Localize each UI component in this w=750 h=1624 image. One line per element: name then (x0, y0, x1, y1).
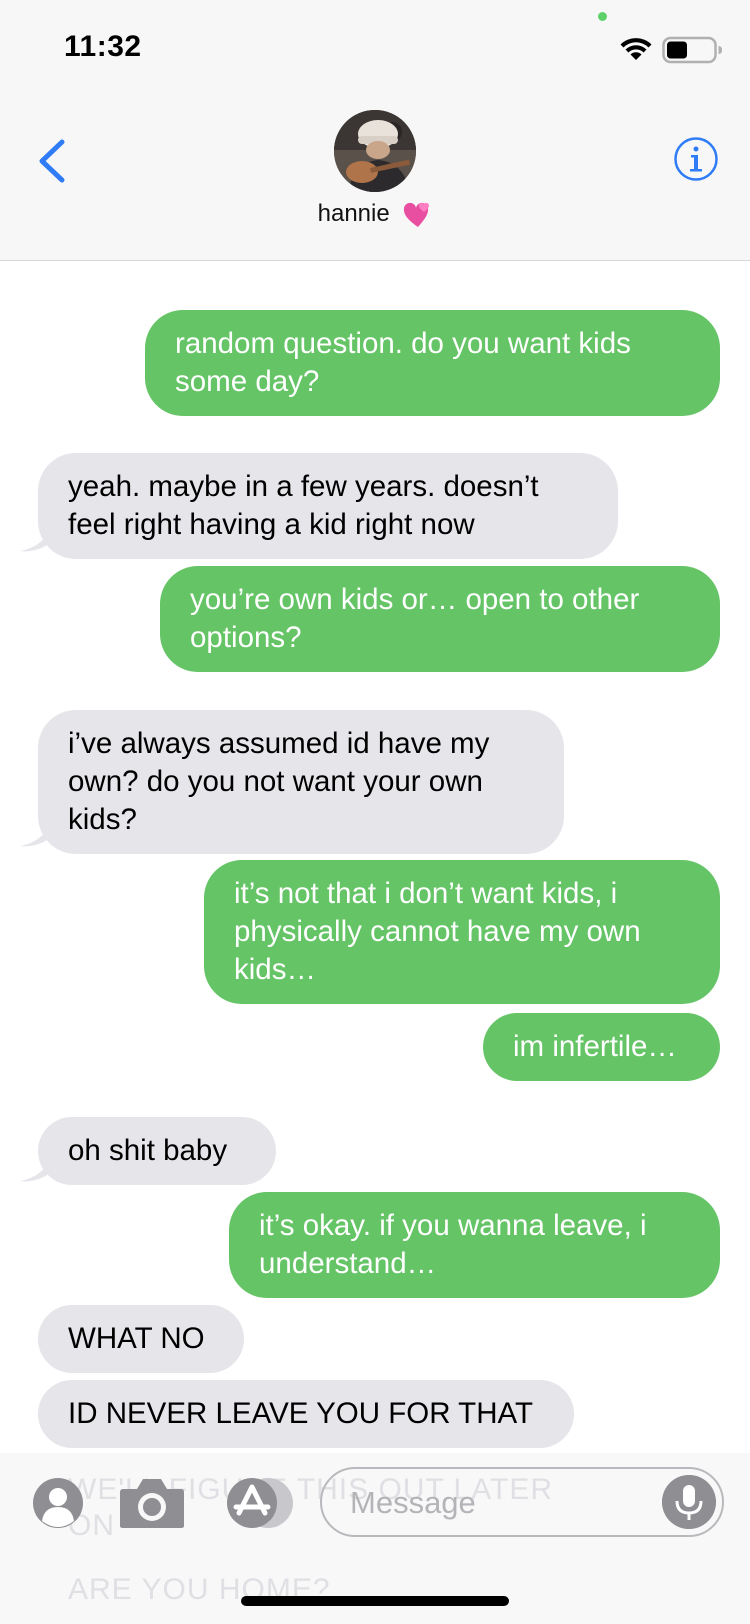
bubble-tail (20, 529, 50, 552)
info-icon[interactable] (673, 136, 719, 182)
battery-icon (662, 36, 722, 64)
bubble-tail (20, 824, 50, 847)
message-bubble-received[interactable]: yeah. maybe in a few years. doesn’t feel… (38, 453, 618, 559)
message-text: WHAT NO (68, 1322, 205, 1355)
message-text: oh shit baby (68, 1134, 228, 1167)
message-text: im infertile… (513, 1030, 677, 1063)
message-text: i’ve always assumed id have my own? do y… (68, 727, 490, 836)
back-chevron-icon[interactable] (36, 138, 66, 184)
revolving-hearts-emoji (404, 202, 430, 227)
message-bubble-sent[interactable]: it’s okay. if you wanna leave, i underst… (229, 1192, 720, 1298)
message-text: you’re own kids or… open to other option… (190, 583, 640, 654)
message-bubble-received[interactable]: WHAT NO (38, 1305, 244, 1373)
message-text: it’s not that i don’t want kids, i physi… (234, 877, 641, 986)
wifi-icon (620, 38, 652, 60)
message-bubble-sent[interactable]: random question. do you want kids some d… (145, 310, 720, 416)
contact-name-row[interactable]: hannie (0, 200, 750, 229)
message-bubble-sent[interactable]: im infertile… (483, 1013, 720, 1081)
camera-icon[interactable] (119, 1477, 185, 1529)
message-bubble-received[interactable]: oh shit baby (38, 1117, 276, 1185)
message-bubble-sent[interactable]: it’s not that i don’t want kids, i physi… (204, 860, 720, 1004)
contact-avatar[interactable] (334, 110, 416, 192)
home-indicator[interactable] (241, 1596, 509, 1606)
app-store-icon[interactable] (222, 1477, 294, 1529)
mic-icon[interactable] (662, 1475, 716, 1529)
bubble-tail (20, 1159, 50, 1182)
conversation-header: hannie (0, 100, 750, 261)
message-text: random question. do you want kids some d… (175, 327, 631, 398)
status-time: 11:32 (64, 30, 142, 63)
status-bar: 11:32 (0, 0, 750, 100)
message-bubble-received[interactable]: i’ve always assumed id have my own? do y… (38, 710, 564, 854)
message-bubble-sent[interactable]: you’re own kids or… open to other option… (160, 566, 720, 672)
contact-name: hannie (317, 200, 390, 227)
message-text: it’s okay. if you wanna leave, i underst… (259, 1209, 647, 1280)
contact-icon[interactable] (32, 1477, 84, 1529)
message-text: ID NEVER LEAVE YOU FOR THAT (68, 1397, 533, 1430)
avatar-photo (334, 110, 416, 192)
message-input[interactable]: Message (320, 1467, 724, 1537)
message-bubble-received[interactable]: ID NEVER LEAVE YOU FOR THAT (38, 1380, 574, 1448)
message-text: yeah. maybe in a few years. doesn’t feel… (68, 470, 539, 541)
message-input-placeholder: Message (350, 1485, 476, 1520)
message-thread[interactable]: random question. do you want kids some d… (0, 261, 750, 1453)
privacy-indicator-dot (598, 12, 607, 21)
